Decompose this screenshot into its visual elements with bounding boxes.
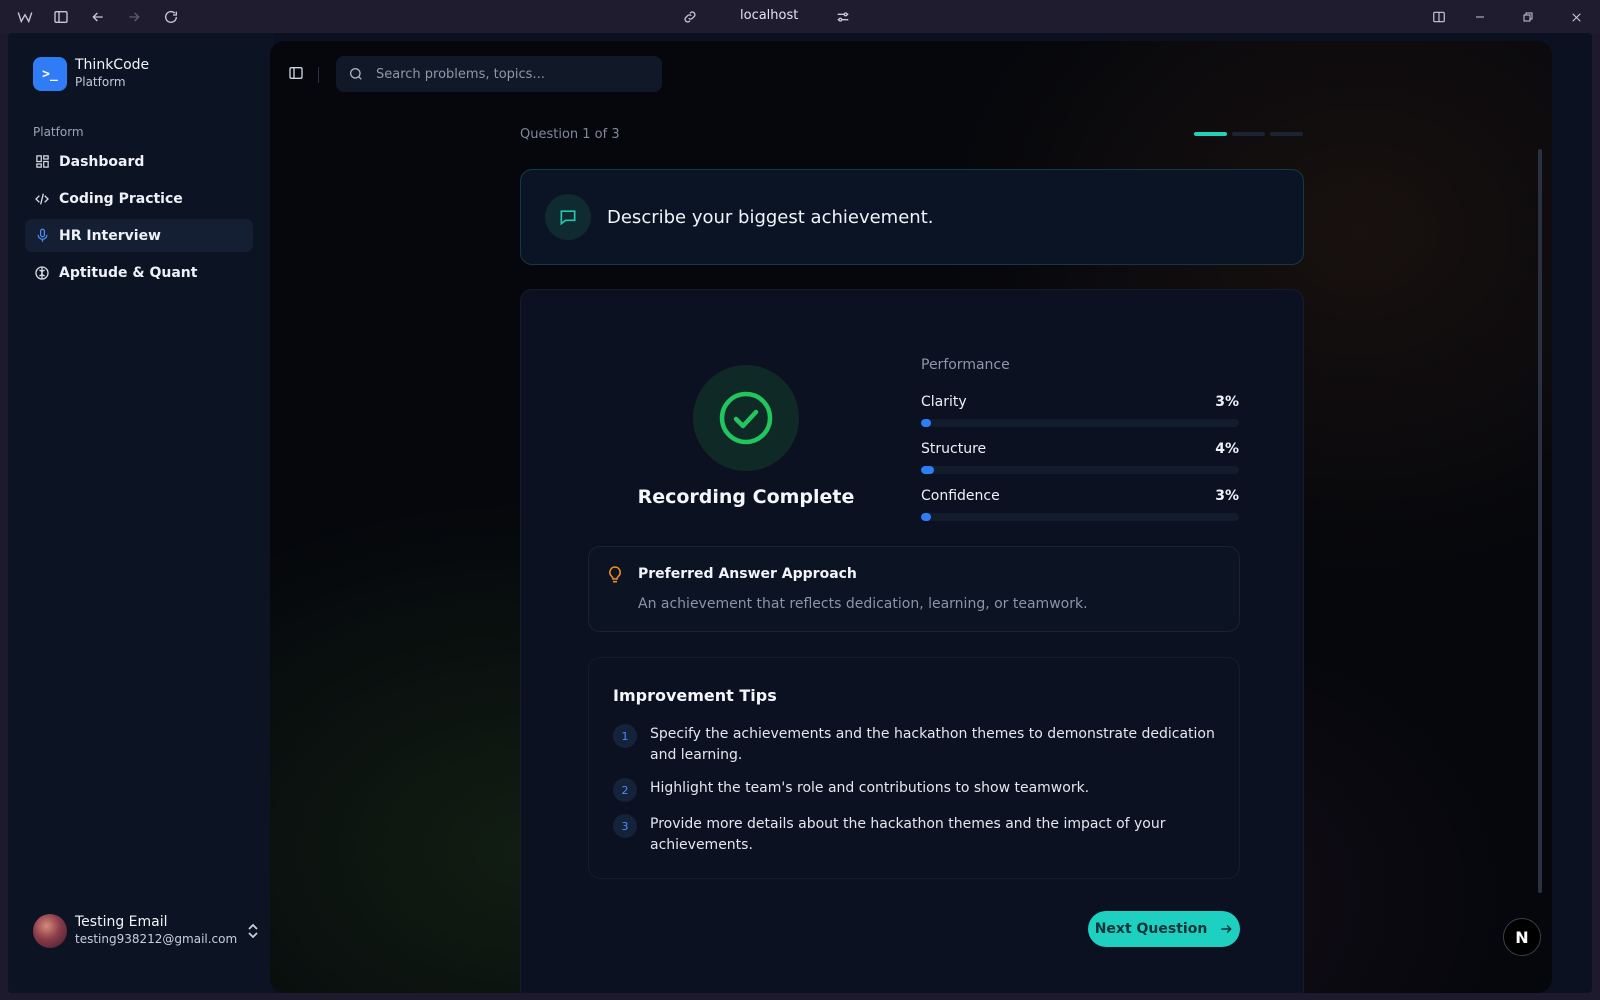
forward-icon[interactable] (124, 7, 144, 27)
metric-bar (921, 513, 1239, 521)
tip-number: 2 (613, 778, 637, 802)
tip-item: 3 Provide more details about the hackath… (613, 814, 1219, 856)
brand-name: ThinkCode (75, 57, 150, 73)
user-name: Testing Email (75, 914, 168, 930)
main-content: Question 1 of 3 Describe your biggest ac… (270, 41, 1552, 993)
sidebar-item-label: Dashboard (59, 153, 145, 170)
progress-step (1232, 132, 1265, 136)
sidebar-item-hr-interview[interactable]: HR Interview (25, 219, 253, 252)
question-text: Describe your biggest achievement. (607, 206, 934, 228)
metric-name: Structure (921, 441, 987, 457)
chevron-up-down-icon (247, 923, 259, 940)
microphone-icon (34, 228, 50, 244)
split-view-icon[interactable] (1429, 7, 1449, 27)
tip-text: Specify the achievements and the hackath… (650, 726, 1215, 763)
reload-icon[interactable] (161, 7, 181, 27)
toolbar-divider (318, 67, 319, 83)
close-window-icon[interactable] (1566, 7, 1586, 27)
next-question-label: Next Question (1094, 921, 1208, 937)
metric-bar (921, 466, 1239, 474)
browser-toolbar: localhost (0, 0, 1600, 34)
improvement-tips-card: Improvement Tips 1 Specify the achieveme… (588, 657, 1240, 879)
user-email: testing938212@gmail.com (75, 932, 238, 946)
progress-step (1194, 132, 1227, 136)
sidebar-nav: Dashboard Coding Practice HR Interview A… (25, 145, 253, 293)
panel-left-icon (289, 67, 303, 79)
metric-bar-fill (921, 466, 934, 474)
sidebar-toggle-icon[interactable] (51, 7, 71, 27)
lightbulb-icon (607, 565, 625, 585)
dashboard-icon (34, 154, 50, 170)
link-icon[interactable] (680, 7, 700, 27)
metric-bar (921, 419, 1239, 427)
metric-clarity: Clarity 3% (921, 394, 1239, 427)
sidebar-item-dashboard[interactable]: Dashboard (25, 145, 253, 178)
next-question-button[interactable]: Next Question (1088, 911, 1240, 947)
sidebar-item-label: HR Interview (59, 227, 161, 244)
search-icon (348, 66, 364, 82)
check-circle-icon (693, 365, 799, 471)
metric-value: 3% (1215, 488, 1239, 504)
terminal-logo-icon: >_ (33, 57, 67, 91)
tip-text: Highlight the team's role and contributi… (650, 780, 1090, 796)
metric-name: Confidence (921, 488, 1000, 504)
sidebar-toggle-button[interactable] (288, 65, 306, 83)
result-card: Recording Complete Performance Clarity 3… (520, 289, 1304, 993)
metric-bar-fill (921, 513, 931, 521)
sidebar-item-coding-practice[interactable]: Coding Practice (25, 182, 253, 215)
progress-step (1270, 132, 1303, 136)
address-bar[interactable]: localhost (740, 8, 798, 23)
arrow-right-icon (1219, 922, 1233, 936)
sidebar-item-aptitude-quant[interactable]: Aptitude & Quant (25, 256, 253, 289)
metric-bar-fill (921, 419, 931, 427)
performance-label: Performance (921, 357, 1010, 373)
approach-title: Preferred Answer Approach (638, 566, 857, 582)
brain-icon (34, 265, 50, 281)
restore-icon[interactable] (1518, 7, 1538, 27)
metric-value: 4% (1215, 441, 1239, 457)
question-card: Describe your biggest achievement. (520, 169, 1304, 265)
recording-status: Recording Complete (637, 486, 855, 508)
user-menu[interactable]: Testing Email testing938212@gmail.com (33, 914, 259, 948)
brand-subtitle: Platform (75, 75, 126, 89)
app-window: >_ ThinkCode Platform Platform Dashboard… (8, 33, 1592, 993)
sidebar-section-label: Platform (33, 125, 84, 139)
tip-number: 3 (613, 814, 637, 838)
message-square-icon (545, 194, 591, 240)
metric-value: 3% (1215, 394, 1239, 410)
metric-name: Clarity (921, 394, 967, 410)
scrollbar[interactable] (1538, 149, 1542, 893)
brand[interactable]: >_ ThinkCode Platform (33, 57, 149, 91)
tip-item: 1 Specify the achievements and the hacka… (613, 724, 1219, 766)
site-settings-icon[interactable] (833, 7, 853, 27)
sidebar-item-label: Aptitude & Quant (59, 264, 198, 281)
sidebar-item-label: Coding Practice (59, 190, 183, 207)
tip-text: Provide more details about the hackathon… (650, 816, 1166, 853)
question-progress (1194, 132, 1303, 136)
tips-title: Improvement Tips (613, 686, 777, 705)
tip-number: 1 (613, 724, 637, 748)
minimize-icon[interactable] (1470, 7, 1490, 27)
search-box[interactable] (336, 56, 662, 92)
approach-body: An achievement that reflects dedication,… (638, 596, 1088, 612)
metric-structure: Structure 4% (921, 441, 1239, 474)
sidebar: >_ ThinkCode Platform Platform Dashboard… (8, 33, 274, 993)
back-icon[interactable] (88, 7, 108, 27)
metric-confidence: Confidence 3% (921, 488, 1239, 521)
tip-item: 2 Highlight the team's role and contribu… (613, 778, 1219, 802)
preferred-approach-card: Preferred Answer Approach An achievement… (588, 546, 1240, 632)
code-icon (34, 191, 50, 207)
search-input[interactable] (376, 66, 636, 82)
browser-logo-icon[interactable] (15, 7, 35, 27)
avatar (33, 914, 67, 948)
question-counter: Question 1 of 3 (520, 127, 620, 142)
next-dev-badge[interactable]: N (1503, 918, 1541, 956)
